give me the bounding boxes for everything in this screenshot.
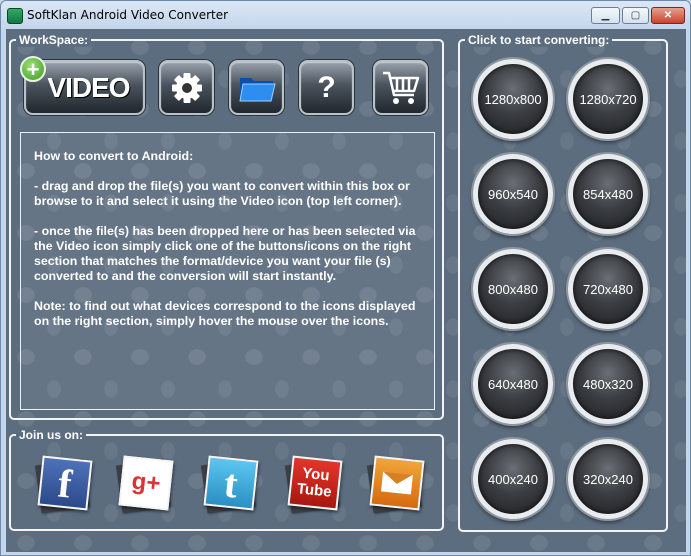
join-us-panel: Join us on: f g+ t You Tube (9, 428, 444, 531)
help-button[interactable]: ? (299, 60, 354, 115)
facebook-button[interactable]: f (34, 455, 94, 516)
shopping-cart-icon (382, 71, 419, 104)
resolution-button-320x240[interactable]: 320x240 (568, 439, 648, 519)
plus-icon: + (20, 56, 46, 82)
resolution-button-1280x720[interactable]: 1280x720 (568, 59, 648, 139)
folder-icon (238, 77, 276, 101)
google-plus-button[interactable]: g+ (115, 455, 175, 516)
maximize-button[interactable]: ▢ (622, 7, 649, 24)
resolution-button-960x540[interactable]: 960x540 (473, 154, 553, 234)
workspace-title: WorkSpace: (16, 33, 92, 47)
youtube-icon: You Tube (287, 455, 343, 511)
join-us-title: Join us on: (16, 428, 86, 442)
workspace-panel: WorkSpace: + VIDEO ? How to convert to A… (9, 33, 444, 420)
instructions-heading: How to convert to Android: (34, 149, 194, 163)
twitter-icon: t (203, 455, 259, 511)
app-icon (7, 8, 23, 24)
resolution-button-640x480[interactable]: 640x480 (473, 344, 553, 424)
facebook-icon: f (37, 455, 93, 511)
drop-zone-instructions[interactable]: How to convert to Android: - drag and dr… (20, 132, 435, 410)
resolution-button-854x480[interactable]: 854x480 (568, 154, 648, 234)
instructions-note: Note: to find out what devices correspon… (34, 299, 416, 328)
resolution-button-400x240[interactable]: 400x240 (473, 439, 553, 519)
resolution-button-480x320[interactable]: 480x320 (568, 344, 648, 424)
envelope-icon (369, 455, 425, 511)
app-window: SoftKlan Android Video Converter ▁ ▢ ✕ W… (0, 0, 691, 556)
instructions-step-2: - once the file(s) has been dropped here… (34, 224, 416, 283)
google-plus-icon: g+ (118, 455, 174, 511)
add-video-button[interactable]: + VIDEO (20, 56, 145, 115)
question-icon: ? (317, 70, 336, 104)
youtube-label-tube: Tube (296, 480, 333, 501)
shop-button[interactable] (373, 60, 428, 115)
open-folder-button[interactable] (229, 60, 284, 115)
title-bar[interactable]: SoftKlan Android Video Converter ▁ ▢ ✕ (1, 1, 690, 29)
minimize-button[interactable]: ▁ (591, 7, 620, 24)
resolution-button-800x480[interactable]: 800x480 (473, 249, 553, 329)
gear-icon (171, 72, 202, 103)
client-area: WorkSpace: + VIDEO ? How to convert to A… (6, 29, 686, 552)
twitter-button[interactable]: t (200, 455, 260, 516)
video-button-label: VIDEO (47, 71, 130, 103)
window-title: SoftKlan Android Video Converter (27, 8, 229, 22)
convert-panel: Click to start converting: 1280x800 1280… (458, 33, 668, 532)
close-button[interactable]: ✕ (651, 7, 685, 24)
youtube-button[interactable]: You Tube (284, 455, 344, 516)
instructions-step-1: - drag and drop the file(s) you want to … (34, 179, 410, 208)
resolution-button-720x480[interactable]: 720x480 (568, 249, 648, 329)
email-button[interactable] (366, 455, 426, 516)
resolution-button-1280x800[interactable]: 1280x800 (473, 59, 553, 139)
settings-button[interactable] (159, 60, 214, 115)
convert-title: Click to start converting: (465, 33, 613, 47)
